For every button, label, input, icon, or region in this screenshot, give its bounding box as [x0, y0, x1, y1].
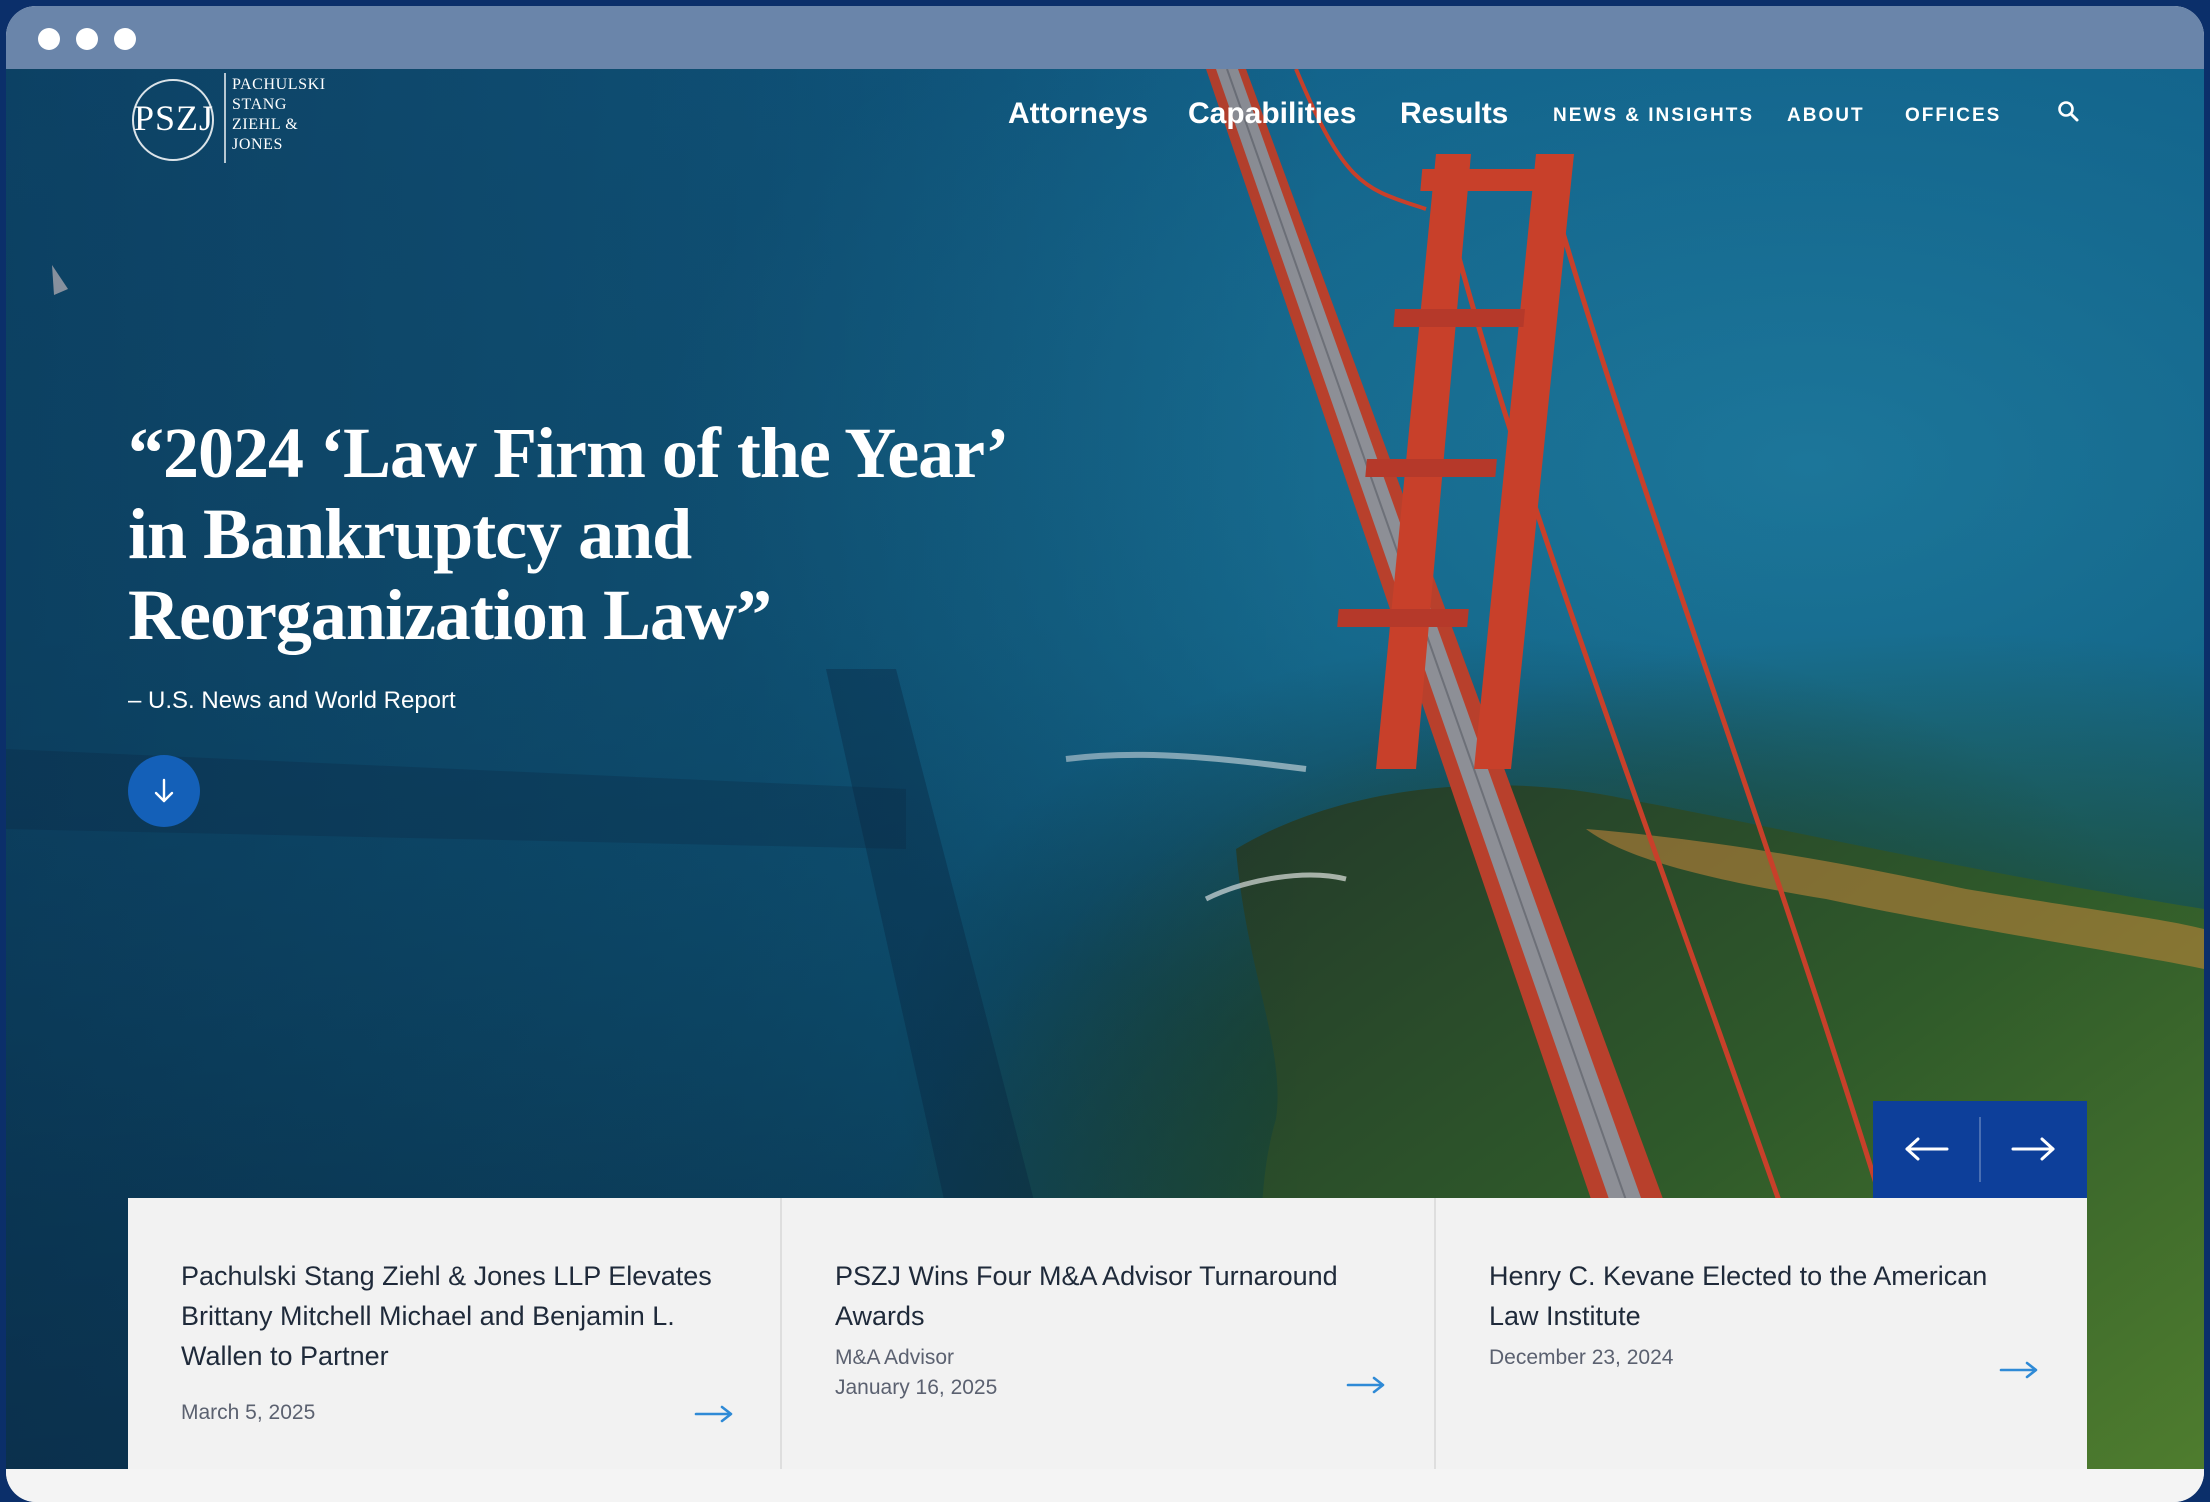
- arrow-right-icon[interactable]: [1999, 1360, 2039, 1380]
- arrow-right-icon[interactable]: [1346, 1375, 1386, 1395]
- nav-about[interactable]: ABOUT: [1787, 105, 1865, 127]
- window-minimize-dot[interactable]: [76, 28, 98, 50]
- hero-attribution: – U.S. News and World Report: [128, 687, 456, 714]
- nav-capabilities[interactable]: Capabilities: [1188, 97, 1356, 131]
- nav-attorneys[interactable]: Attorneys: [1008, 97, 1148, 131]
- window-close-dot[interactable]: [38, 28, 60, 50]
- scroll-down-button[interactable]: [128, 755, 200, 827]
- nav-offices[interactable]: OFFICES: [1905, 105, 2001, 127]
- nav-news-insights[interactable]: NEWS & INSIGHTS: [1553, 105, 1754, 127]
- news-card[interactable]: Henry C. Kevane Elected to the American …: [1436, 1198, 2087, 1469]
- news-cards: Pachulski Stang Ziehl & Jones LLP Elevat…: [128, 1198, 2087, 1469]
- logo-line: JONES: [232, 136, 284, 153]
- news-card-source: M&A Advisor: [835, 1346, 955, 1369]
- news-card-date: December 23, 2024: [1489, 1346, 1674, 1369]
- search-icon[interactable]: [2056, 99, 2080, 123]
- arrow-right-icon[interactable]: [694, 1404, 734, 1424]
- page-viewport: PSZJ PACHULSKI STANG ZIEHL & JONES Attor…: [6, 69, 2204, 1469]
- browser-window: PSZJ PACHULSKI STANG ZIEHL & JONES Attor…: [6, 6, 2204, 1502]
- page-bottom-edge: [6, 1469, 2204, 1502]
- news-card[interactable]: Pachulski Stang Ziehl & Jones LLP Elevat…: [128, 1198, 780, 1469]
- main-nav: Attorneys Capabilities Results NEWS & IN…: [6, 97, 2204, 137]
- arrow-right-icon: [2011, 1137, 2055, 1161]
- news-card-title[interactable]: Pachulski Stang Ziehl & Jones LLP Elevat…: [181, 1256, 721, 1376]
- carousel-prev-button[interactable]: [1873, 1101, 1979, 1198]
- news-card[interactable]: PSZJ Wins Four M&A Advisor Turnaround Aw…: [782, 1198, 1434, 1469]
- hero-headline: “2024 ‘Law Firm of the Year’ in Bankrupt…: [128, 413, 1004, 655]
- news-card-title[interactable]: Henry C. Kevane Elected to the American …: [1489, 1256, 2029, 1336]
- carousel-next-button[interactable]: [1981, 1101, 2087, 1198]
- logo-line: PACHULSKI: [232, 76, 326, 93]
- carousel-controls: [1873, 1101, 2087, 1198]
- browser-chrome: [6, 6, 2204, 69]
- news-card-date: March 5, 2025: [181, 1401, 316, 1424]
- hero-section: PSZJ PACHULSKI STANG ZIEHL & JONES Attor…: [6, 69, 2204, 1469]
- news-card-date: January 16, 2025: [835, 1376, 998, 1399]
- news-card-title[interactable]: PSZJ Wins Four M&A Advisor Turnaround Aw…: [835, 1256, 1375, 1336]
- arrow-down-icon: [154, 778, 174, 803]
- nav-results[interactable]: Results: [1400, 97, 1508, 131]
- window-maximize-dot[interactable]: [114, 28, 136, 50]
- arrow-left-icon: [1905, 1137, 1949, 1161]
